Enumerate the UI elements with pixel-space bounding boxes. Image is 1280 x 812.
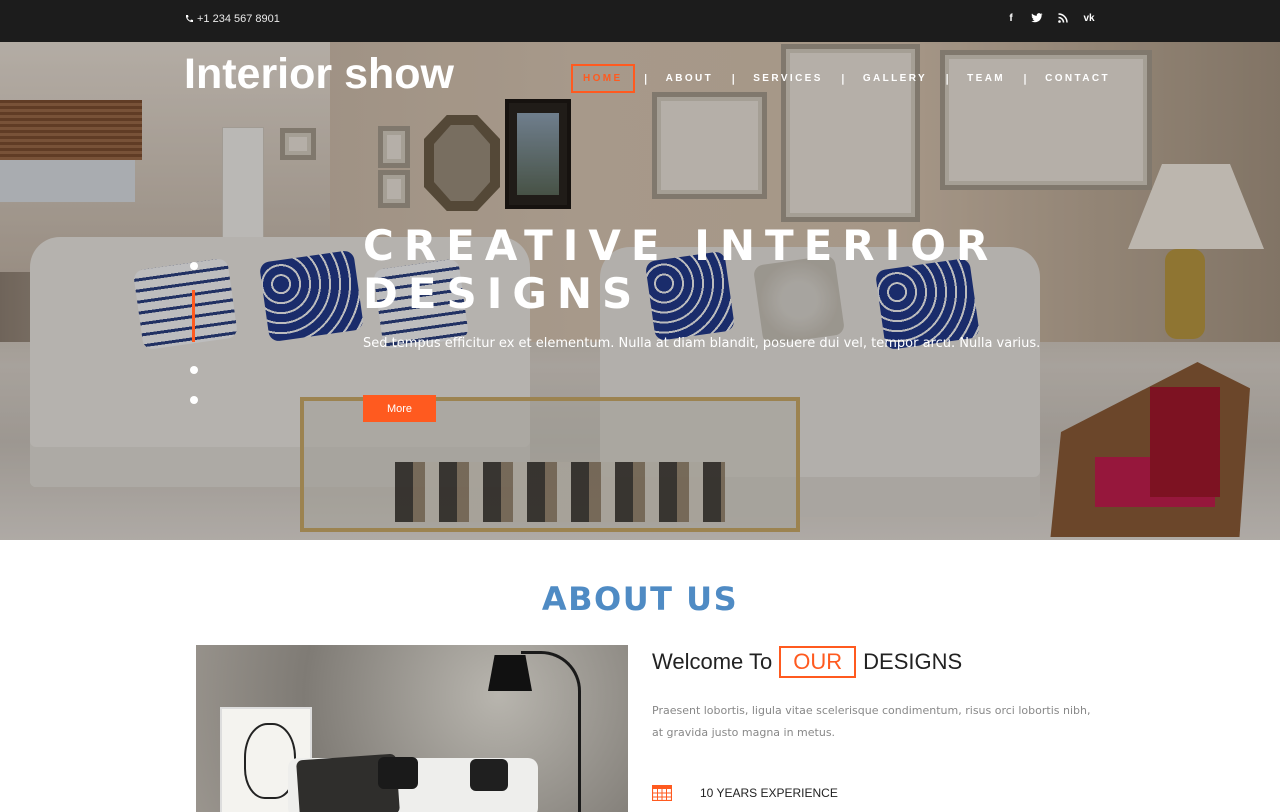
facebook-icon[interactable]: f (1004, 11, 1018, 25)
nav-separator: | (643, 72, 648, 85)
site-logo[interactable]: Interior show (184, 50, 454, 99)
welcome-text: Welcome To (652, 649, 773, 674)
phone-number: +1 234 567 8901 (197, 13, 280, 25)
slider-dot-1[interactable] (190, 262, 198, 270)
welcome-highlight: OUR (779, 646, 857, 678)
more-button[interactable]: More (363, 395, 436, 422)
main-nav: HOME | ABOUT | SERVICES | GALLERY | TEAM… (571, 64, 1119, 93)
nav-home[interactable]: HOME (571, 64, 635, 93)
nav-contact[interactable]: CONTACT (1036, 64, 1119, 93)
slider-dot-3[interactable] (190, 366, 198, 374)
hero-title: CREATIVE INTERIOR DESIGNS (363, 221, 999, 318)
slider-dot-active[interactable] (192, 290, 195, 342)
feature-label: 10 YEARS EXPERIENCE (700, 786, 838, 800)
rss-icon[interactable] (1056, 11, 1070, 25)
hero-subtitle: Sed tempus efficitur ex et elementum. Nu… (363, 336, 1041, 351)
about-image-lamp-shade (488, 655, 532, 691)
top-bar: +1 234 567 8901 f vk (0, 0, 1280, 42)
phone-icon (185, 15, 193, 23)
twitter-icon[interactable] (1030, 11, 1044, 25)
phone-contact[interactable]: +1 234 567 8901 (184, 13, 280, 25)
about-image-cushion (378, 757, 418, 789)
nav-separator: | (731, 72, 736, 85)
nav-separator: | (945, 72, 950, 85)
welcome-heading: Welcome To OUR DESIGNS (652, 646, 962, 678)
about-image-cushion (470, 759, 508, 791)
nav-services[interactable]: SERVICES (744, 64, 832, 93)
vk-icon[interactable]: vk (1082, 11, 1096, 25)
feature-experience: 10 YEARS EXPERIENCE (652, 785, 838, 801)
nav-separator: | (1023, 72, 1028, 85)
nav-gallery[interactable]: GALLERY (854, 64, 936, 93)
slider-dot-4[interactable] (190, 396, 198, 404)
welcome-text-end: DESIGNS (863, 649, 963, 674)
nav-team[interactable]: TEAM (958, 64, 1014, 93)
nav-about[interactable]: ABOUT (657, 64, 723, 93)
social-links: f vk (1004, 11, 1096, 25)
about-image (196, 645, 628, 812)
calendar-grid-icon (652, 785, 672, 801)
about-description: Praesent lobortis, ligula vitae sceleris… (652, 704, 1091, 739)
about-heading: ABOUT US (541, 580, 739, 618)
nav-separator: | (840, 72, 845, 85)
